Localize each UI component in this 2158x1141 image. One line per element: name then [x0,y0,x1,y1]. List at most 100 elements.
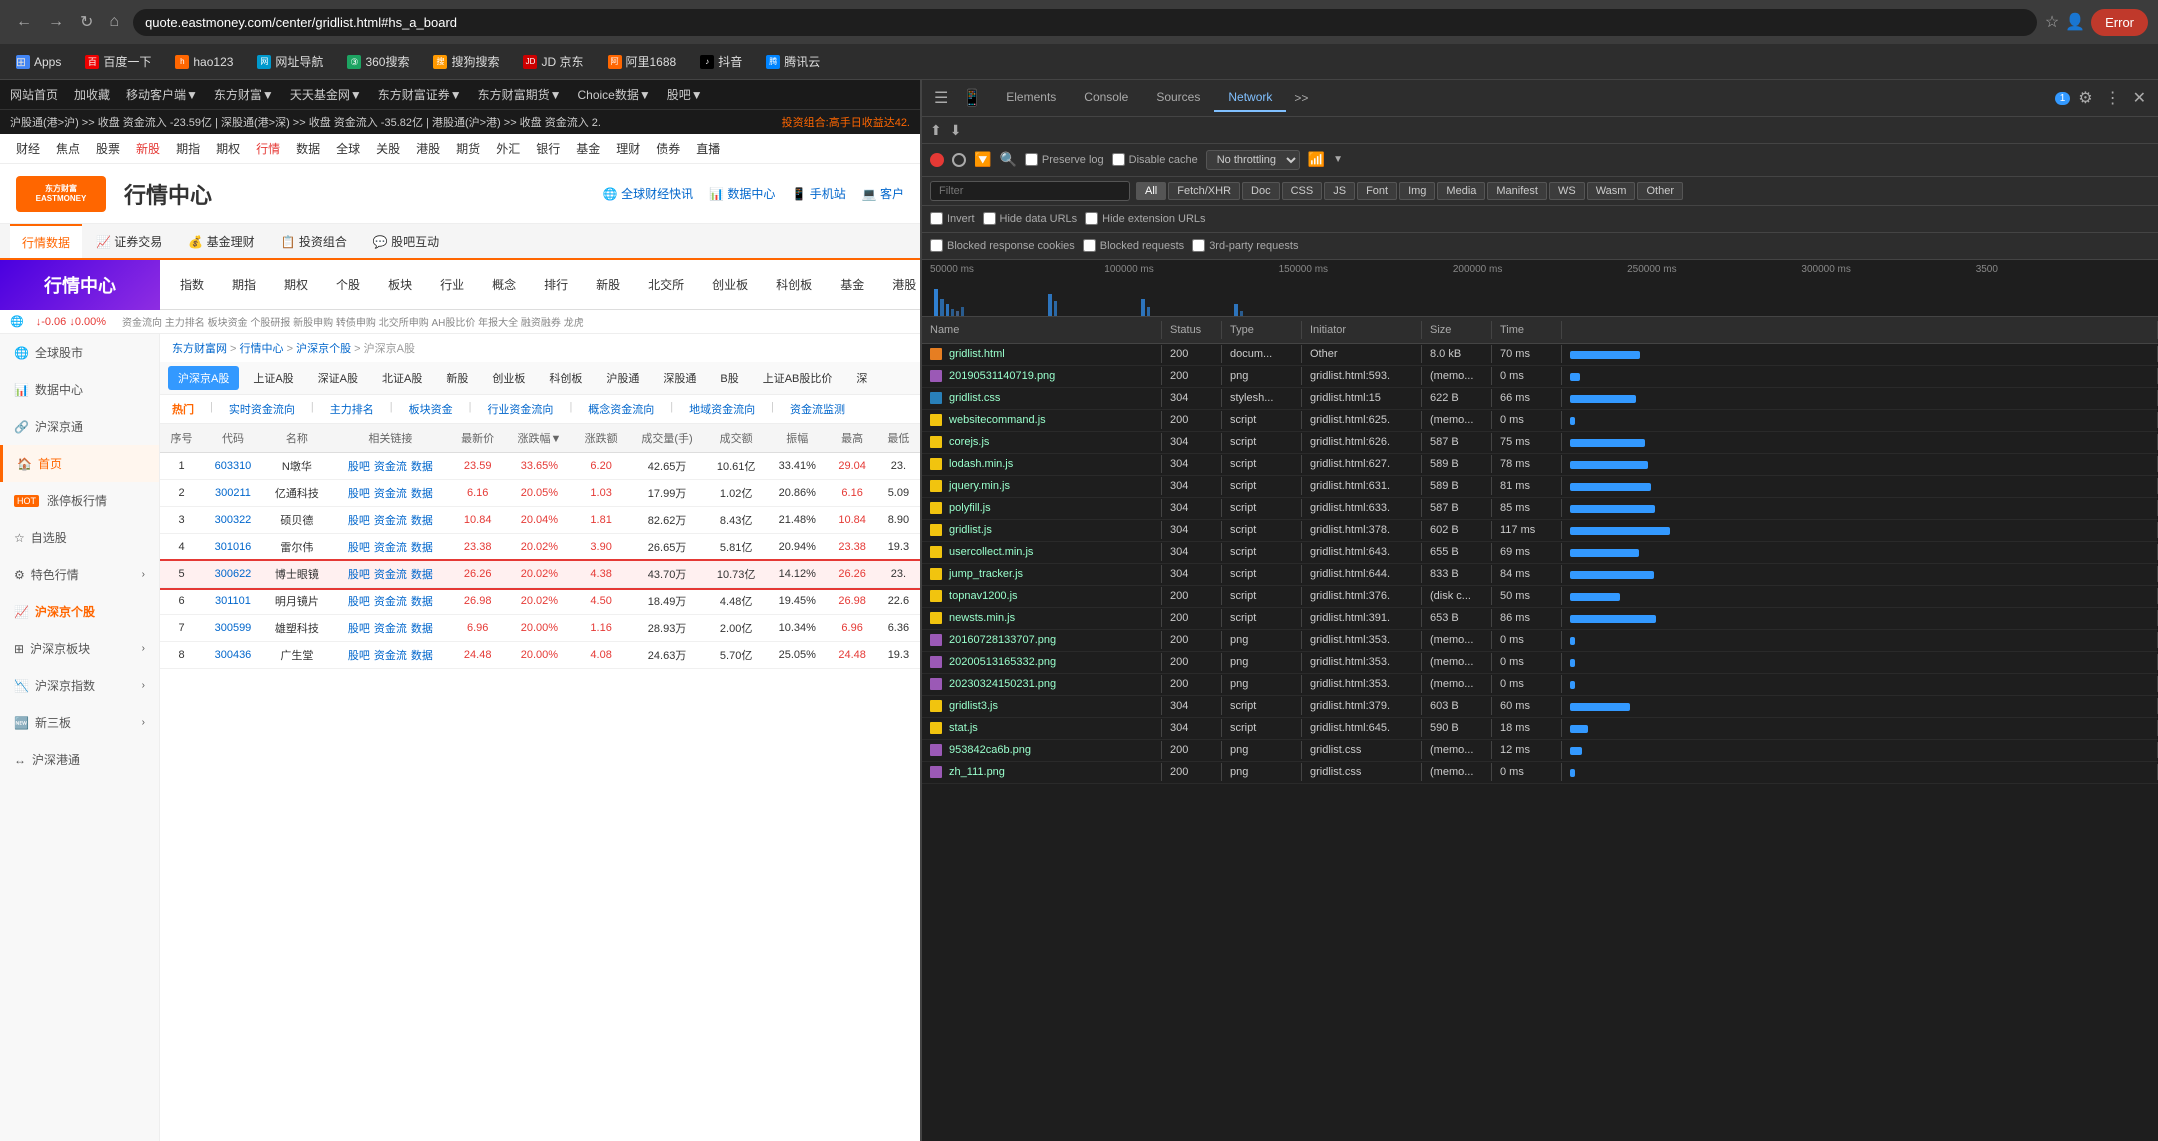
search-icon[interactable]: 🔍 [999,151,1016,168]
bookmark-wangzhi[interactable]: 网 网址导航 [251,51,329,72]
download-icon[interactable]: ⬇ [950,122,962,139]
table-row[interactable]: 2 300211 亿通科技 股吧资金流数据 6.16 20.05% 1.03 1… [160,480,920,507]
breadcrumb-home[interactable]: 东方财富网 [172,343,227,355]
network-row[interactable]: stat.js 304 script gridlist.html:645. 59… [922,718,2158,740]
filter-main-rank[interactable]: 主力排名 [330,401,374,417]
refresh-button[interactable]: ↻ [74,10,99,34]
filter-wasm[interactable]: Wasm [1587,182,1636,200]
cat-finance[interactable]: 财经 [16,140,40,157]
filter-ws[interactable]: WS [1549,182,1585,200]
filter-css[interactable]: CSS [1282,182,1323,200]
tab-portfolio[interactable]: 📋 投资组合 [269,224,359,258]
sidebar-hksh-connect[interactable]: ↔ 沪深港通 [0,741,159,778]
hide-ext-urls-checkbox[interactable] [1085,212,1098,225]
cell-code[interactable]: 603310 [203,453,263,480]
nav-choice[interactable]: Choice数据▼ [577,86,650,103]
table-row[interactable]: 3 300322 硕贝德 股吧资金流数据 10.84 20.04% 1.81 8… [160,507,920,534]
cat-wealth[interactable]: 理财 [616,140,640,157]
th-change-pct[interactable]: 涨跌幅▼ [505,424,573,453]
bookmark-baidu[interactable]: 百 百度一下 [79,51,157,72]
portfolio-link[interactable]: 投资组合:高手日收益达42. [782,114,910,130]
cat-market[interactable]: 行情 [256,140,280,157]
devtools-device-button[interactable]: 📱 [958,86,986,110]
bookmark-jd[interactable]: JD JD 京东 [517,51,589,72]
table-row[interactable]: 4 301016 雷尔伟 股吧资金流数据 23.38 20.02% 3.90 2… [160,534,920,561]
mc-tab-rank[interactable]: 排行 [534,270,578,299]
th-initiator[interactable]: Initiator [1302,321,1422,339]
th-status[interactable]: Status [1162,321,1222,339]
filter-industry-flow[interactable]: 行业资金流向 [487,401,553,417]
th-low[interactable]: 最低 [877,424,920,453]
back-button[interactable]: ← [10,10,38,34]
third-party-checkbox[interactable] [1192,239,1205,252]
third-party-label[interactable]: 3rd-party requests [1192,239,1298,252]
error-button[interactable]: Error [2091,9,2148,36]
mc-tab-star[interactable]: 科创板 [766,270,822,299]
disable-cache-checkbox[interactable] [1112,153,1125,166]
network-row[interactable]: gridlist3.js 304 script gridlist.html:37… [922,696,2158,718]
cell-code[interactable]: 300211 [203,480,263,507]
sidebar-shenzhen-blocks[interactable]: ⊞ 沪深京板块 › [0,630,159,667]
network-row[interactable]: 953842ca6b.png 200 png gridlist.css (mem… [922,740,2158,762]
cat-new-stocks[interactable]: 新股 [136,140,160,157]
network-row[interactable]: 20200513165332.png 200 png gridlist.html… [922,652,2158,674]
mc-tab-index[interactable]: 指数 [170,270,214,299]
cat-focus[interactable]: 焦点 [56,140,80,157]
table-row[interactable]: 7 300599 雄塑科技 股吧资金流数据 6.96 20.00% 1.16 2… [160,615,920,642]
record-button[interactable] [930,153,944,167]
table-row[interactable]: 1 603310 N墩华 股吧资金流数据 23.59 33.65% 6.20 4… [160,453,920,480]
mc-tab-funds[interactable]: 基金 [830,270,874,299]
tab-elements[interactable]: Elements [992,84,1070,112]
th-amount[interactable]: 成交额 [705,424,767,453]
subtab-more[interactable]: 深 [846,366,877,390]
th-size[interactable]: Size [1422,321,1492,339]
subtab-sh-connect[interactable]: 沪股通 [596,366,649,390]
subtab-gem[interactable]: 创业板 [482,366,535,390]
tab-sources[interactable]: Sources [1142,84,1214,112]
nav-mobile[interactable]: 移动客户端▼ [126,86,198,103]
nav-futures[interactable]: 东方财富期货▼ [478,86,562,103]
network-row[interactable]: jump_tracker.js 304 script gridlist.html… [922,564,2158,586]
sidebar-shenzhen-a[interactable]: 📈 沪深京个股 [0,593,159,630]
cat-hkstocks[interactable]: 港股 [416,140,440,157]
devtools-overflow-button[interactable]: ⋮ [2101,86,2125,110]
th-high[interactable]: 最高 [827,424,876,453]
th-change-amt[interactable]: 涨跌额 [573,424,629,453]
preserve-log-label[interactable]: Preserve log [1025,153,1104,166]
network-row[interactable]: 20230324150231.png 200 png gridlist.html… [922,674,2158,696]
cell-code[interactable]: 301016 [203,534,263,561]
cat-data[interactable]: 数据 [296,140,320,157]
table-row[interactable]: 5 300622 博士眼镜 股吧资金流数据 26.26 20.02% 4.38 … [160,561,920,588]
hide-data-urls-label[interactable]: Hide data URLs [983,212,1078,225]
network-filter-input[interactable] [930,181,1130,201]
sidebar-watchlist[interactable]: ☆ 自选股 [0,519,159,556]
cat-live[interactable]: 直播 [696,140,720,157]
table-row[interactable]: 8 300436 广生堂 股吧资金流数据 24.48 20.00% 4.08 2… [160,642,920,669]
filter-font[interactable]: Font [1357,182,1397,200]
upload-icon[interactable]: ⬆ [930,122,942,139]
network-row[interactable]: usercollect.min.js 304 script gridlist.h… [922,542,2158,564]
network-row[interactable]: 20190531140719.png 200 png gridlist.html… [922,366,2158,388]
mc-tab-bse[interactable]: 北交所 [638,270,694,299]
filter-fetch[interactable]: Fetch/XHR [1168,182,1240,200]
sidebar-special[interactable]: ⚙ 特色行情 › [0,556,159,593]
cat-futures-idx[interactable]: 期指 [176,140,200,157]
filter-media[interactable]: Media [1437,182,1485,200]
subtab-new[interactable]: 新股 [436,366,478,390]
link-global-news[interactable]: 🌐 全球财经快讯 [603,185,693,202]
cat-options[interactable]: 期权 [216,140,240,157]
cell-code[interactable]: 301101 [203,588,263,615]
tab-securities[interactable]: 📈 证券交易 [84,224,174,258]
sidebar-market-center[interactable]: 🏠 首页 [0,445,159,482]
home-button[interactable]: ⌂ [103,10,125,34]
th-price[interactable]: 最新价 [450,424,506,453]
throttle-select[interactable]: No throttling Slow 3G Fast 3G [1206,150,1300,170]
address-bar[interactable] [133,9,2037,36]
blocked-cookies-checkbox[interactable] [930,239,943,252]
cat-banking[interactable]: 银行 [536,140,560,157]
devtools-settings-button[interactable]: ⚙ [2074,86,2096,110]
cat-forex[interactable]: 外汇 [496,140,520,157]
cell-name[interactable]: N墩华 [263,453,331,480]
forward-button[interactable]: → [42,10,70,34]
nav-tianhong[interactable]: 天天基金网▼ [290,86,362,103]
